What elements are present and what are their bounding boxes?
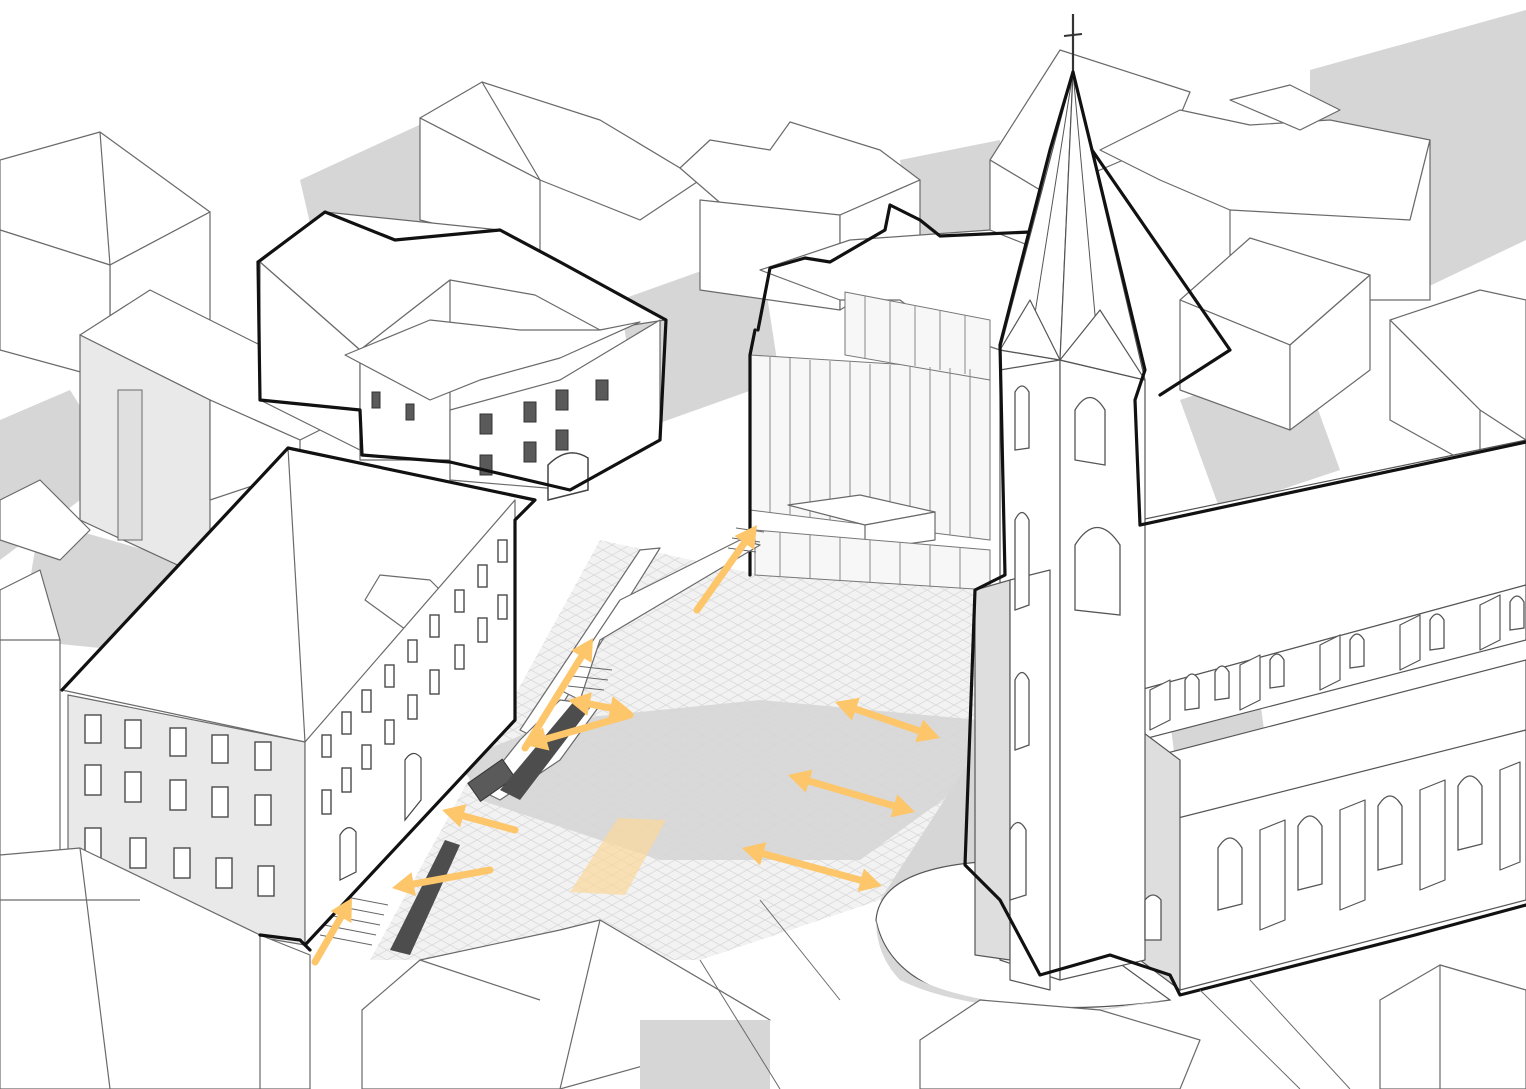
isometric-scene xyxy=(0,10,1526,1089)
urban-square-diagram xyxy=(0,0,1526,1089)
arrow-head xyxy=(392,872,416,896)
